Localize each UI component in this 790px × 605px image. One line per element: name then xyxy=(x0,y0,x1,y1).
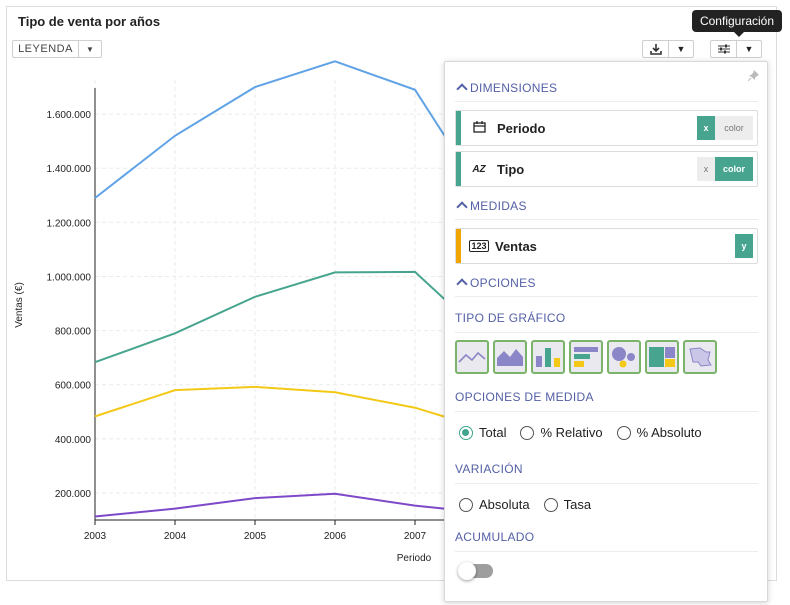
area-chart-icon[interactable] xyxy=(493,340,527,374)
y-tick-label: 1.400.000 xyxy=(47,164,92,175)
number-type-icon: 123 xyxy=(469,240,489,252)
dimension-bar xyxy=(456,111,461,145)
color-tag[interactable]: color xyxy=(715,116,753,140)
treemap-icon[interactable] xyxy=(645,340,679,374)
series-line xyxy=(94,270,456,364)
y-tick-label: 600.000 xyxy=(55,381,92,392)
y-tick-label: 400.000 xyxy=(55,435,92,446)
field-name: Tipo xyxy=(497,161,525,177)
radio-checked-icon xyxy=(459,425,473,440)
x-tick-label: 2005 xyxy=(244,531,267,542)
y-tick-label: 200.000 xyxy=(55,489,92,500)
x-axis-label: Periodo xyxy=(397,553,432,564)
accumulated-toggle[interactable] xyxy=(458,562,493,580)
dimensions-label: DIMENSIONES xyxy=(470,81,558,95)
bar-chart-icon[interactable] xyxy=(531,340,565,374)
y-tick-label: 1.200.000 xyxy=(47,218,92,229)
series-line xyxy=(94,385,456,421)
series-line xyxy=(94,60,456,199)
radio-label: Tasa xyxy=(563,497,592,512)
line-chart-icon[interactable] xyxy=(455,340,489,374)
x-tag[interactable]: x xyxy=(697,157,715,181)
series-line xyxy=(94,492,456,518)
chevron-up-icon xyxy=(456,83,468,95)
measures-label: MEDIDAS xyxy=(470,199,527,213)
radio-label: % Relativo xyxy=(540,425,603,440)
radio-label: Total xyxy=(479,425,507,440)
y-tick-label: 1.600.000 xyxy=(47,110,92,121)
radio-icon xyxy=(543,497,558,512)
radio-absoluta[interactable]: Absoluta xyxy=(459,497,530,512)
y-tick-label: 1.000.000 xyxy=(47,272,92,283)
radio-icon xyxy=(616,425,631,440)
measure-bar xyxy=(456,229,461,263)
options-header[interactable]: OPCIONES xyxy=(455,273,758,297)
radio-total[interactable]: Total xyxy=(459,425,506,440)
field-periodo[interactable]: Periodo x color xyxy=(455,110,758,146)
field-name: Periodo xyxy=(497,120,546,136)
radio-label: % Absoluto xyxy=(636,425,702,440)
x-tick-label: 2003 xyxy=(84,531,107,542)
chart-type-selector xyxy=(455,340,717,374)
options-label: OPCIONES xyxy=(470,276,536,290)
hbar-chart-icon[interactable] xyxy=(569,340,603,374)
y-tag[interactable]: y xyxy=(735,234,753,258)
chart-type-label: TIPO DE GRÁFICO xyxy=(455,311,758,333)
map-icon[interactable] xyxy=(683,340,717,374)
y-axis-label: Ventas (€) xyxy=(14,282,25,328)
x-tag[interactable]: x xyxy=(697,116,715,140)
radio-icon xyxy=(520,425,535,440)
field-ventas[interactable]: 123 Ventas y xyxy=(455,228,758,264)
bubble-chart-icon[interactable] xyxy=(607,340,641,374)
measure-options-label: OPCIONES DE MEDIDA xyxy=(455,390,758,412)
accumulated-label: ACUMULADO xyxy=(455,530,758,552)
measure-options-group: Total % Relativo % Absoluto xyxy=(459,425,702,440)
x-tick-label: 2006 xyxy=(324,531,347,542)
toggle-knob xyxy=(458,562,476,580)
dimension-bar xyxy=(456,152,461,186)
radio-absoluto[interactable]: % Absoluto xyxy=(616,425,702,440)
calendar-icon xyxy=(467,120,491,136)
x-tick-label: 2004 xyxy=(164,531,187,542)
chevron-up-icon xyxy=(456,278,468,290)
dimensions-header[interactable]: DIMENSIONES xyxy=(455,78,758,102)
field-name: Ventas xyxy=(495,238,537,254)
variation-options-group: Absoluta Tasa xyxy=(459,497,591,512)
y-tick-label: 800.000 xyxy=(55,327,92,338)
radio-tasa[interactable]: Tasa xyxy=(543,497,592,512)
radio-label: Absoluta xyxy=(479,497,530,512)
x-tick-label: 2007 xyxy=(404,531,427,542)
text-type-icon: AZ xyxy=(472,163,486,175)
configuration-panel: DIMENSIONES Periodo x color AZ Tipo x co… xyxy=(444,61,768,602)
chevron-up-icon xyxy=(456,201,468,213)
field-tipo[interactable]: AZ Tipo x color xyxy=(455,151,758,187)
color-tag[interactable]: color xyxy=(715,157,753,181)
radio-relativo[interactable]: % Relativo xyxy=(520,425,603,440)
measures-header[interactable]: MEDIDAS xyxy=(455,196,758,220)
variation-label: VARIACIÓN xyxy=(455,462,758,484)
radio-icon xyxy=(459,497,473,512)
